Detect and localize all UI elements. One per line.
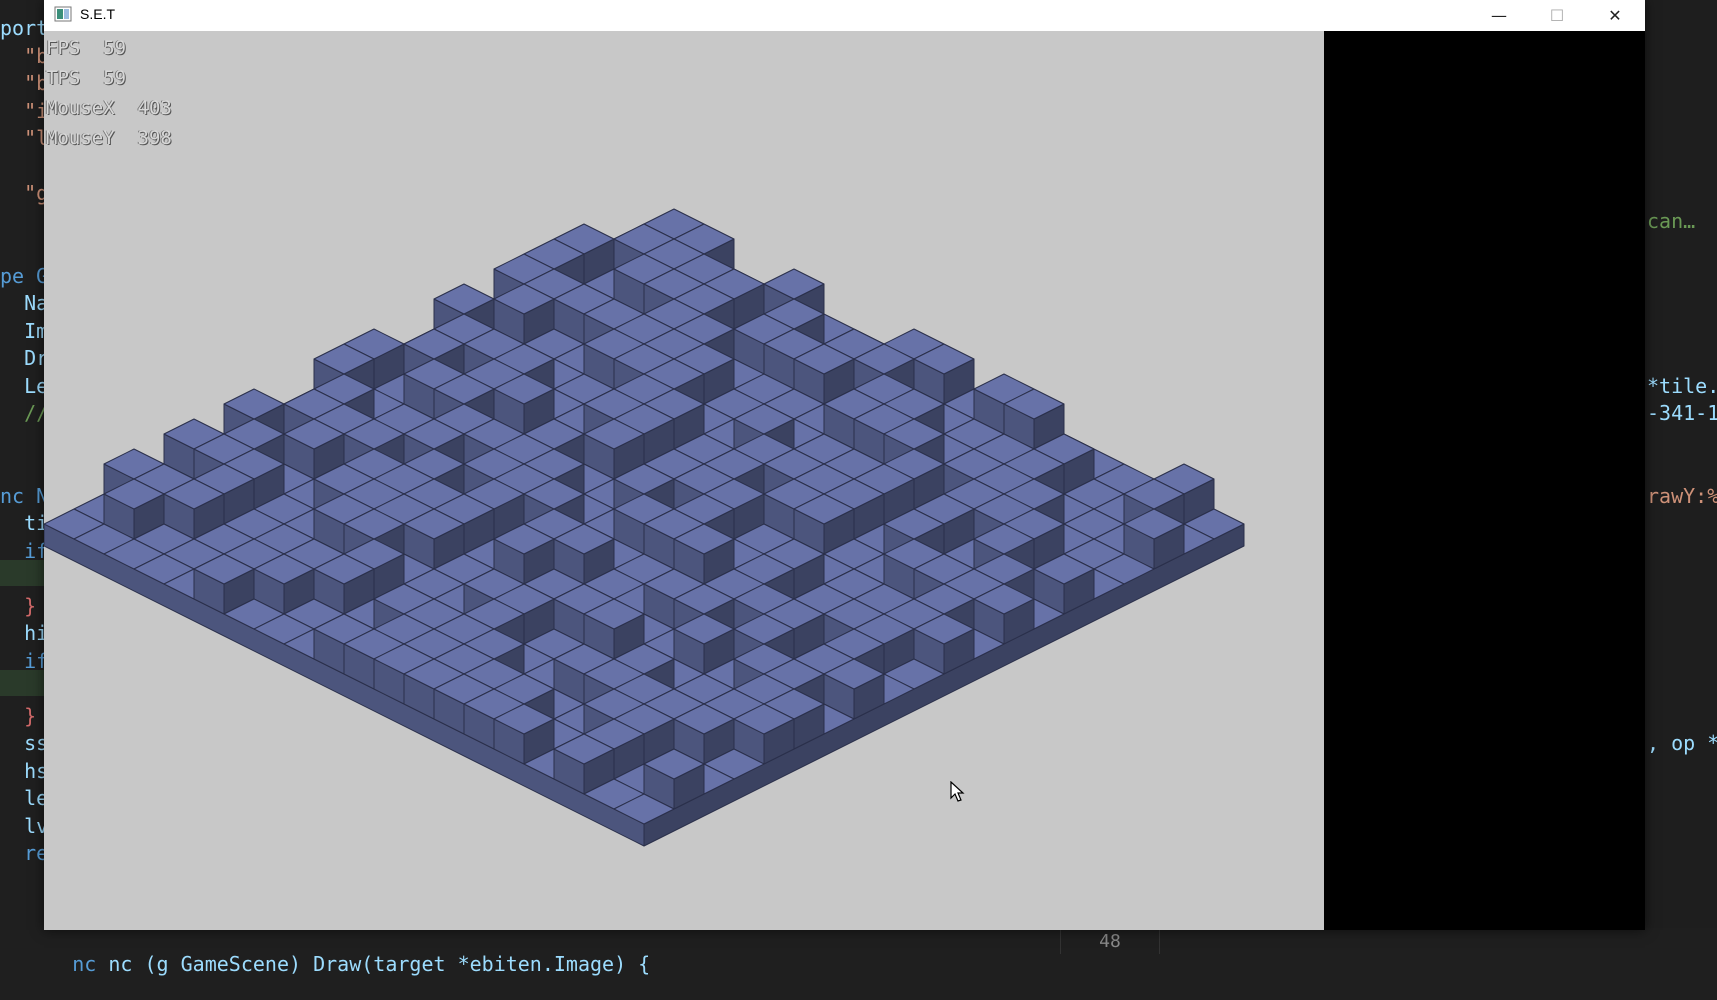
editor-code-fragment: *tile. [1647,373,1717,398]
hud-tps: TPS 59 [46,67,127,89]
isometric-terrain [44,208,1245,847]
hud-mouse-y: MouseY 398 [46,127,172,149]
editor-code-fragment: can… [1647,208,1696,233]
editor-code-line: Le [0,373,49,398]
hud-fps: FPS 59 [46,37,127,59]
game-window[interactable]: S.E.T — ☐ ✕ FPS 59 TPS 59 MouseX 403 Mou… [44,0,1645,930]
editor-code-line: port [0,16,49,40]
maximize-icon: ☐ [1549,6,1565,25]
editor-code-fragment: , op * [1647,731,1717,755]
editor-code-line: "l [0,126,49,150]
close-button[interactable]: ✕ [1586,0,1644,31]
editor-code-line: } [0,593,37,618]
editor-code-line: if [0,538,49,563]
editor-code-line: "g [0,181,49,205]
editor-diff-highlight [0,560,44,586]
game-canvas[interactable]: FPS 59 TPS 59 MouseX 403 MouseY 398 [44,31,1324,930]
editor-code-line: // [0,401,49,425]
editor-code-line: pe G [0,263,49,288]
mouse-cursor-icon [950,781,965,802]
editor-code-line: nc N [0,483,49,508]
minimize-icon: — [1491,6,1507,25]
editor-code-line: re [0,841,49,865]
editor-code-fragment: rawY:% [1647,483,1717,508]
close-icon: ✕ [1608,6,1622,25]
editor-code-line: } [0,703,37,728]
editor-code-line: "b [0,43,49,68]
maximize-button[interactable]: ☐ [1528,0,1586,31]
editor-code-fragment: -341-1 [1647,401,1717,425]
editor-code-line: ss [0,731,49,755]
window-client-area: FPS 59 TPS 59 MouseX 403 MouseY 398 [44,31,1645,930]
editor-code-line: lv [0,813,49,838]
editor-code-line: Im [0,318,49,343]
editor-code-line: ti [0,511,49,535]
editor-diff-highlight [0,670,44,696]
window-titlebar[interactable]: S.E.T — ☐ ✕ [44,0,1645,32]
editor-code-line: hi [0,621,49,645]
window-title: S.E.T [80,6,116,22]
editor-bottom-code-text: nc (g GameScene) Draw(target *ebiten.Ima… [108,952,651,976]
app-icon [54,6,72,22]
editor-status-bar: nc nc (g GameScene) Draw(target *ebiten.… [0,928,1717,976]
editor-code-line: if [0,648,49,673]
editor-right-strip [1644,0,1717,954]
debug-hud: FPS 59 TPS 59 MouseX 403 MouseY 398 [46,33,172,153]
hud-mouse-x: MouseX 403 [46,97,172,119]
editor-line-number: 48 [1060,930,1160,954]
editor-code-line: "b [0,71,49,95]
minimize-button[interactable]: — [1470,0,1528,31]
editor-code-line: hs [0,758,49,783]
editor-code-line: le [0,786,49,810]
editor-code-line: "i [0,98,49,123]
editor-code-line: Dr [0,346,49,370]
editor-code-line: Na [0,291,49,315]
editor-bottom-code-line: nc nc (g GameScene) Draw(target *ebiten.… [72,952,651,976]
